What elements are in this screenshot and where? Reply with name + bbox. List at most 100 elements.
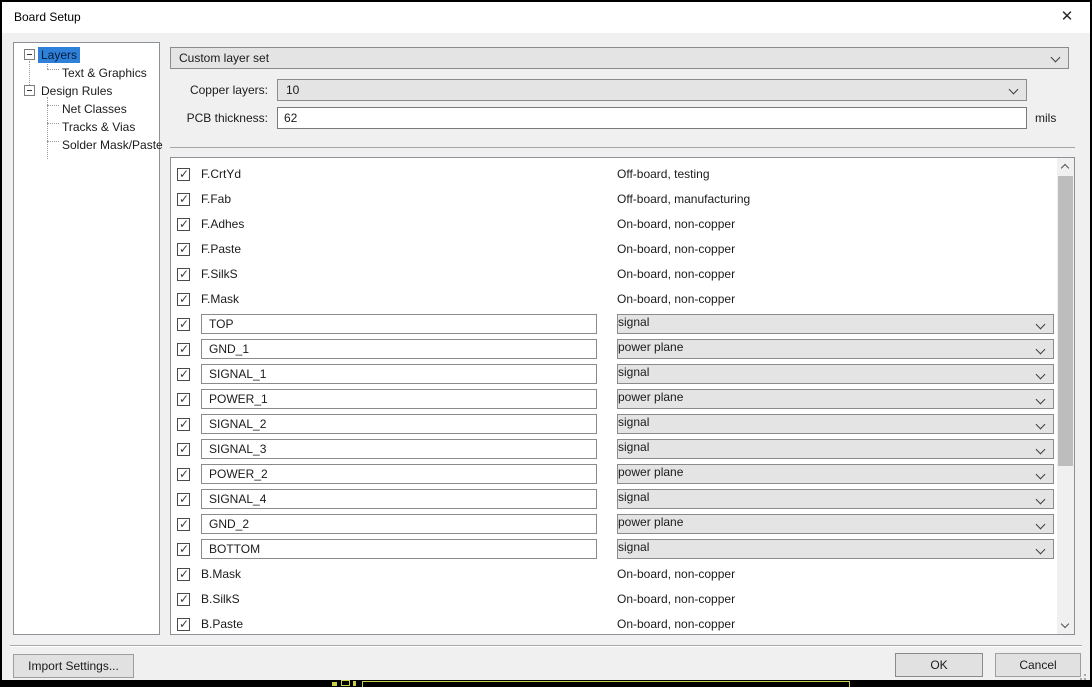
layer-type-value: power plane [618, 465, 683, 479]
layer-name-input[interactable] [201, 464, 597, 484]
layer-name-label: B.Mask [201, 567, 241, 581]
layer-name-input[interactable] [201, 539, 597, 559]
layer-type-select[interactable]: signal [617, 489, 1054, 509]
layer-enable-checkbox[interactable]: ✓ [177, 168, 190, 181]
check-icon: ✓ [179, 292, 189, 306]
layer-enable-checkbox[interactable]: ✓ [177, 393, 190, 406]
layer-list: ✓F.CrtYdOff-board, testing✓F.FabOff-boar… [171, 158, 1057, 634]
layer-enable-checkbox[interactable]: ✓ [177, 218, 190, 231]
layer-preset-select[interactable]: Custom layer set [170, 47, 1069, 69]
chevron-down-icon [1009, 85, 1019, 95]
layer-enable-checkbox[interactable]: ✓ [177, 268, 190, 281]
layer-name-input[interactable] [201, 489, 597, 509]
layer-row: ✓B.SilkSOn-board, non-copper [171, 587, 1057, 612]
cancel-button[interactable]: Cancel [995, 653, 1081, 677]
pcb-thickness-input[interactable] [277, 107, 1027, 129]
layer-enable-checkbox[interactable]: ✓ [177, 293, 190, 306]
layer-name-input[interactable] [201, 364, 597, 384]
layer-enable-checkbox[interactable]: ✓ [177, 593, 190, 606]
layer-row: ✓B.MaskOn-board, non-copper [171, 562, 1057, 587]
layer-type-value: signal [618, 315, 649, 329]
pcb-trace [353, 681, 356, 686]
layer-type-value: power plane [618, 340, 683, 354]
layer-type-select[interactable]: signal [617, 364, 1054, 384]
layer-description: Off-board, manufacturing [617, 192, 750, 206]
layer-enable-checkbox[interactable]: ✓ [177, 493, 190, 506]
layer-type-value: signal [618, 415, 649, 429]
layer-enable-checkbox[interactable]: ✓ [177, 543, 190, 556]
layer-description: Off-board, testing [617, 167, 710, 181]
layer-row: ✓ signal [171, 312, 1057, 337]
layer-enable-checkbox[interactable]: ✓ [177, 418, 190, 431]
scroll-down-icon[interactable] [1057, 617, 1074, 634]
chevron-down-icon [1036, 395, 1046, 405]
layer-type-select[interactable]: power plane [617, 339, 1054, 359]
pcb-thickness-label: PCB thickness: [156, 111, 268, 125]
scroll-up-icon[interactable] [1057, 158, 1074, 175]
sidebar-item-design-rules[interactable]: Design Rules [14, 83, 115, 99]
sidebar-item-text-graphics[interactable]: Text & Graphics [14, 65, 150, 81]
layer-row: ✓ signal [171, 437, 1057, 462]
close-icon[interactable]: ✕ [1057, 7, 1077, 27]
divider [170, 147, 1075, 148]
layer-name-input[interactable] [201, 339, 597, 359]
layer-type-select[interactable]: power plane [617, 514, 1054, 534]
layer-enable-checkbox[interactable]: ✓ [177, 468, 190, 481]
pcb-trace [341, 680, 350, 686]
sidebar-item-net-classes[interactable]: Net Classes [14, 101, 130, 117]
layer-enable-checkbox[interactable]: ✓ [177, 368, 190, 381]
copper-layers-select[interactable]: 10 [277, 79, 1027, 101]
sidebar-item-solder-mask-paste[interactable]: Solder Mask/Paste [14, 137, 166, 153]
layer-type-select[interactable]: signal [617, 314, 1054, 334]
check-icon: ✓ [179, 592, 189, 606]
check-icon: ✓ [179, 417, 189, 431]
layer-type-value: signal [618, 490, 649, 504]
import-settings-button[interactable]: Import Settings... [13, 654, 134, 678]
scrollbar[interactable] [1057, 158, 1074, 634]
check-icon: ✓ [179, 192, 189, 206]
layer-name-label: F.Paste [201, 242, 241, 256]
layer-name-input[interactable] [201, 439, 597, 459]
resize-grip[interactable] [1084, 674, 1086, 676]
ok-button[interactable]: OK [895, 653, 983, 677]
chevron-down-icon [1036, 420, 1046, 430]
layer-enable-checkbox[interactable]: ✓ [177, 193, 190, 206]
chevron-down-icon [1036, 345, 1046, 355]
layer-row: ✓ signal [171, 487, 1057, 512]
layer-enable-checkbox[interactable]: ✓ [177, 518, 190, 531]
layer-enable-checkbox[interactable]: ✓ [177, 343, 190, 356]
layer-description: On-board, non-copper [617, 592, 735, 606]
import-settings-label: Import Settings... [28, 655, 119, 673]
screen: Board Setup ✕ Layers Text & Graphics Desig… [0, 0, 1092, 687]
layer-enable-checkbox[interactable]: ✓ [177, 618, 190, 631]
layer-row: ✓F.MaskOn-board, non-copper [171, 287, 1057, 312]
layer-type-value: signal [618, 540, 649, 554]
layer-type-select[interactable]: signal [617, 414, 1054, 434]
check-icon: ✓ [179, 317, 189, 331]
layer-row: ✓F.AdhesOn-board, non-copper [171, 212, 1057, 237]
layer-enable-checkbox[interactable]: ✓ [177, 318, 190, 331]
sidebar-item-tracks-vias[interactable]: Tracks & Vias [14, 119, 138, 135]
layer-type-select[interactable]: signal [617, 539, 1054, 559]
layer-name-label: F.Mask [201, 292, 239, 306]
title-bar[interactable]: Board Setup ✕ [2, 2, 1090, 33]
layer-name-input[interactable] [201, 514, 597, 534]
layer-row: ✓ signal [171, 537, 1057, 562]
scrollbar-thumb[interactable] [1058, 176, 1073, 466]
layer-type-select[interactable]: power plane [617, 464, 1054, 484]
layer-preset-value: Custom layer set [179, 51, 269, 65]
layer-enable-checkbox[interactable]: ✓ [177, 568, 190, 581]
layer-type-select[interactable]: power plane [617, 389, 1054, 409]
layer-name-input[interactable] [201, 389, 597, 409]
layer-name-label: F.Adhes [201, 217, 244, 231]
check-icon: ✓ [179, 467, 189, 481]
collapse-icon[interactable] [24, 85, 35, 96]
check-icon: ✓ [179, 242, 189, 256]
layer-name-input[interactable] [201, 314, 597, 334]
layer-type-select[interactable]: signal [617, 439, 1054, 459]
layer-enable-checkbox[interactable]: ✓ [177, 243, 190, 256]
collapse-icon[interactable] [24, 49, 35, 60]
layer-enable-checkbox[interactable]: ✓ [177, 443, 190, 456]
sidebar-item-layers[interactable]: Layers [14, 47, 80, 63]
layer-name-input[interactable] [201, 414, 597, 434]
